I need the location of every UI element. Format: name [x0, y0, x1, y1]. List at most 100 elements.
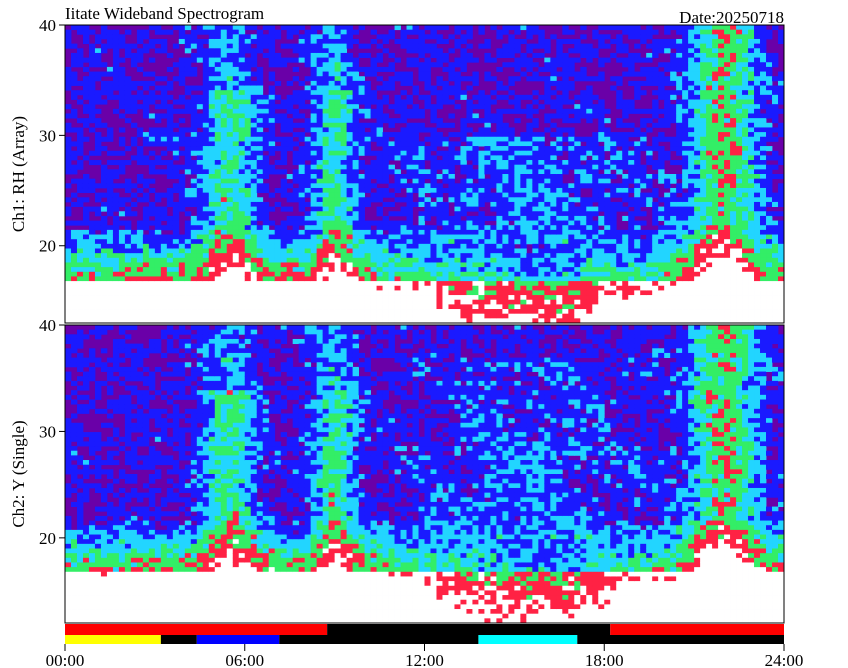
spectrogram-cell — [106, 234, 114, 240]
spectrogram-cell — [532, 290, 539, 296]
spectrogram-cell — [514, 281, 521, 287]
spectrogram-cell — [220, 122, 228, 128]
spectrogram-cell — [304, 127, 312, 133]
spectrogram-cell — [406, 267, 413, 273]
spectrogram-cell — [616, 187, 623, 194]
spectrogram-cell — [148, 267, 156, 273]
spectrogram-cell — [154, 267, 162, 273]
spectrogram-cell — [136, 299, 144, 305]
spectrogram-cell — [382, 243, 389, 249]
spectrogram-cell — [124, 304, 132, 310]
spectrogram-cell — [544, 267, 551, 273]
spectrogram-cell — [172, 108, 180, 114]
spectrogram-cell — [274, 290, 282, 296]
spectrogram-cell — [592, 178, 599, 184]
spectrogram-cell — [76, 271, 84, 277]
spectrogram-cell — [112, 183, 120, 189]
spectrogram-cell — [418, 295, 425, 301]
spectrogram-cell — [442, 25, 449, 31]
spectrogram-cell — [190, 197, 198, 203]
spectrogram-cell — [406, 38, 413, 45]
spectrogram-cell — [226, 122, 234, 128]
spectrogram-cell — [262, 253, 270, 259]
spectrogram-cell — [184, 290, 192, 296]
spectrogram-cell — [202, 215, 210, 221]
spectrogram-cell — [346, 257, 353, 263]
spectrogram-cell — [88, 99, 96, 105]
spectrogram-cell — [334, 239, 342, 245]
spectrogram-cell — [346, 155, 353, 161]
spectrogram-cell — [262, 220, 270, 226]
spectrogram-cell — [202, 66, 210, 72]
spectrogram-cell — [472, 118, 479, 124]
spectrogram-cell — [346, 113, 353, 119]
spectrogram-cell — [238, 160, 246, 166]
spectrogram-cell — [364, 71, 371, 77]
spectrogram-cell — [160, 99, 168, 105]
spectrogram-cell — [88, 225, 96, 231]
spectrogram-cell — [406, 299, 413, 305]
spectrogram-cell — [118, 34, 126, 40]
spectrogram-cell — [76, 118, 84, 124]
spectrogram-cell — [88, 187, 96, 194]
spectrogram-cell — [232, 90, 240, 96]
spectrogram-cell — [496, 85, 503, 91]
spectrogram-cell — [322, 174, 330, 180]
spectrogram-cell — [382, 80, 389, 86]
spectrogram-cell — [214, 257, 222, 263]
spectrogram-cell — [280, 160, 288, 166]
spectrogram-cell — [352, 155, 359, 161]
spectrogram-cell — [328, 271, 336, 277]
spectrogram-cell — [598, 34, 605, 40]
spectrogram-cell — [586, 183, 593, 189]
spectrogram-cell — [65, 313, 72, 319]
spectrogram-cell — [502, 108, 509, 114]
spectrogram-cell — [448, 169, 455, 175]
spectrogram-cell — [250, 267, 258, 273]
spectrogram-cell — [298, 248, 306, 254]
spectrogram-cell — [232, 57, 240, 63]
spectrogram-cell — [154, 220, 162, 226]
spectrogram-cell — [514, 239, 521, 245]
spectrogram-cell — [490, 248, 497, 254]
spectrogram-cell — [340, 290, 348, 296]
spectrogram-cell — [382, 66, 389, 72]
spectrogram-cell — [304, 257, 312, 263]
spectrogram-cell — [622, 108, 629, 114]
spectrogram-cell — [142, 192, 150, 198]
spectrogram-cell — [214, 76, 222, 82]
spectrogram-cell — [190, 38, 198, 45]
spectrogram-cell — [544, 76, 551, 82]
spectrogram-cell — [418, 34, 425, 40]
spectrogram-cell — [226, 197, 234, 203]
spectrogram-cell — [598, 118, 605, 124]
spectrogram-cell — [622, 178, 629, 184]
spectrogram-cell — [358, 253, 365, 259]
spectrogram-cell — [562, 187, 569, 194]
spectrogram-cell — [628, 257, 635, 263]
spectrogram-cell — [490, 192, 497, 198]
spectrogram-cell — [88, 281, 96, 287]
spectrogram-cell — [202, 253, 210, 259]
spectrogram-cell — [286, 122, 294, 128]
spectrogram-cell — [532, 141, 539, 147]
spectrogram-cell — [484, 108, 491, 114]
spectrogram-cell — [652, 99, 659, 105]
spectrogram-cell — [322, 211, 330, 217]
spectrogram-cell — [160, 313, 168, 319]
spectrogram-cell — [70, 155, 78, 161]
spectrogram-cell — [508, 132, 515, 138]
spectrogram-cell — [256, 201, 264, 207]
spectrogram-cell — [418, 243, 425, 249]
spectrogram-cell — [622, 104, 629, 110]
spectrogram-cell — [370, 276, 377, 282]
spectrogram-cell — [424, 150, 431, 156]
spectrogram-cell — [82, 155, 90, 161]
spectrogram-cell — [574, 295, 581, 301]
spectrogram-cell — [508, 243, 515, 249]
spectrogram-cell — [526, 253, 533, 259]
spectrogram-cell — [376, 262, 383, 268]
spectrogram-cell — [166, 313, 174, 319]
spectrogram-cell — [184, 197, 192, 203]
spectrogram-cell — [508, 192, 515, 198]
